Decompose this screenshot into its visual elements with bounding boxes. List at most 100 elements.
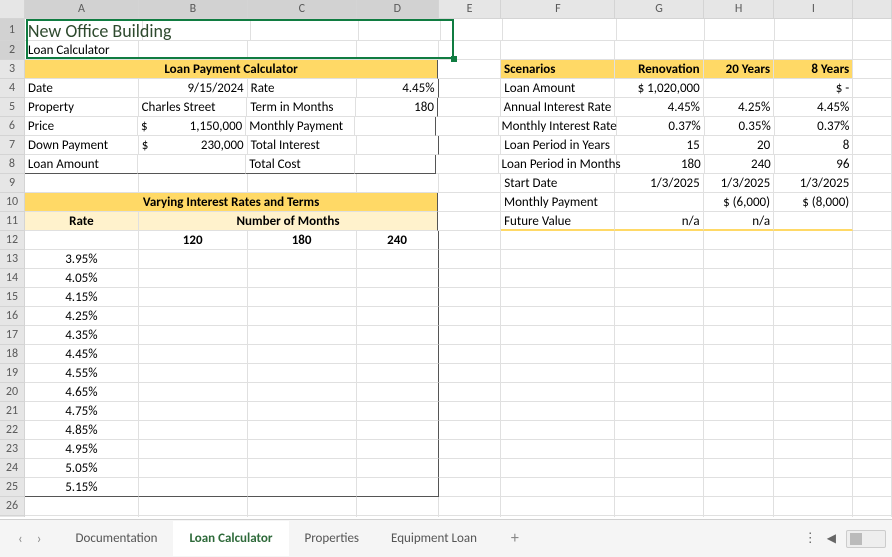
col-header-D[interactable]: D: [357, 0, 439, 19]
rate-cell[interactable]: 4.35%: [25, 326, 139, 345]
price-label[interactable]: Price: [25, 117, 138, 136]
row-header-20[interactable]: 20: [0, 383, 25, 402]
scenario-col-2[interactable]: 20 Years: [704, 60, 775, 79]
col-header-F[interactable]: F: [501, 0, 615, 19]
scenario-row-label[interactable]: Loan Period in Years: [501, 136, 615, 155]
rate-cell[interactable]: 4.85%: [25, 421, 139, 440]
scenario-cell[interactable]: [704, 79, 774, 98]
row-header-3[interactable]: 3: [0, 60, 25, 79]
term-value[interactable]: 180: [356, 98, 438, 117]
table-cell[interactable]: [357, 326, 439, 345]
select-all-corner[interactable]: [0, 0, 25, 19]
add-sheet-button[interactable]: +: [493, 529, 537, 548]
row-header-11[interactable]: 11: [0, 212, 25, 231]
table-cell[interactable]: [139, 383, 248, 402]
scenario-cell[interactable]: $ -: [774, 79, 853, 98]
scenario-cell[interactable]: 4.25%: [704, 98, 774, 117]
table-cell[interactable]: [139, 440, 248, 459]
month-col-2[interactable]: 180: [248, 231, 357, 250]
rate-value[interactable]: 4.45%: [357, 79, 439, 98]
total-interest-label[interactable]: Total Interest: [248, 136, 357, 155]
rate-cell[interactable]: 5.15%: [25, 478, 139, 497]
term-label[interactable]: Term in Months: [247, 98, 356, 117]
table-cell[interactable]: [357, 250, 439, 269]
scenario-cell[interactable]: 240: [705, 155, 775, 174]
table-cell[interactable]: [248, 326, 357, 345]
table-cell[interactable]: [248, 383, 357, 402]
horizontal-scrollbar[interactable]: [846, 530, 886, 548]
row-header-4[interactable]: 4: [0, 79, 25, 98]
table-cell[interactable]: [139, 307, 248, 326]
scenario-row-label[interactable]: Annual Interest Rate: [501, 98, 616, 117]
scenario-cell[interactable]: 4.45%: [774, 98, 853, 117]
table-cell[interactable]: [248, 345, 357, 364]
rate-cell[interactable]: 4.15%: [25, 288, 139, 307]
col-header-C[interactable]: C: [248, 0, 357, 19]
table-cell[interactable]: [248, 440, 357, 459]
row-header-14[interactable]: 14: [0, 269, 25, 288]
scenario-cell[interactable]: [615, 193, 704, 212]
rate-label[interactable]: Rate: [248, 79, 357, 98]
scenario-row-label[interactable]: Loan Period in Months: [499, 155, 617, 174]
col-header-J[interactable]: [853, 0, 892, 19]
row-header-10[interactable]: 10: [0, 193, 25, 212]
scenario-cell[interactable]: n/a: [704, 212, 774, 231]
rate-cell[interactable]: 4.45%: [25, 345, 139, 364]
table-cell[interactable]: [139, 478, 248, 497]
row-header-23[interactable]: 23: [0, 440, 25, 459]
tab-loan-calculator[interactable]: Loan Calculator: [173, 521, 288, 556]
col-header-B[interactable]: B: [139, 0, 248, 19]
scenario-cell[interactable]: 0.37%: [617, 117, 705, 136]
property-label[interactable]: Property: [25, 98, 139, 117]
subtitle[interactable]: Loan Calculator: [25, 41, 139, 60]
table-cell[interactable]: [139, 459, 248, 478]
scroll-left-icon[interactable]: ◀: [827, 531, 836, 546]
table-cell[interactable]: [248, 478, 357, 497]
row-header-24[interactable]: 24: [0, 459, 25, 478]
scenario-cell[interactable]: n/a: [615, 212, 704, 231]
table-cell[interactable]: [357, 402, 439, 421]
scenario-row-label[interactable]: Future Value: [501, 212, 615, 231]
rate-column-header[interactable]: Rate: [25, 212, 139, 231]
rate-cell[interactable]: 4.75%: [25, 402, 139, 421]
row-header-18[interactable]: 18: [0, 345, 25, 364]
table-cell[interactable]: [357, 307, 439, 326]
table-cell[interactable]: [357, 383, 439, 402]
down-payment-value[interactable]: $230,000: [139, 136, 248, 155]
row-header-13[interactable]: 13: [0, 250, 25, 269]
scenarios-header[interactable]: Scenarios: [501, 60, 615, 79]
row-header-17[interactable]: 17: [0, 326, 25, 345]
scenario-row-label[interactable]: Loan Amount: [501, 79, 615, 98]
spreadsheet-grid[interactable]: A B C D E F G H I 1 New Office Building …: [0, 0, 892, 517]
scenario-cell[interactable]: 15: [615, 136, 704, 155]
table-cell[interactable]: [357, 421, 439, 440]
tab-properties[interactable]: Properties: [289, 523, 376, 554]
rate-cell[interactable]: 4.55%: [25, 364, 139, 383]
loan-calc-header[interactable]: Loan Payment Calculator: [25, 60, 438, 79]
col-header-I[interactable]: I: [774, 0, 853, 19]
row-header-21[interactable]: 21: [0, 402, 25, 421]
row-header-19[interactable]: 19: [0, 364, 25, 383]
scenario-col-3[interactable]: 8 Years: [774, 60, 853, 79]
row-header-26[interactable]: 26: [0, 497, 25, 516]
scenario-row-label[interactable]: Monthly Interest Rate: [499, 117, 617, 136]
tabs-menu-icon[interactable]: ⋮: [804, 531, 817, 546]
scenario-cell[interactable]: 8: [774, 136, 853, 155]
table-cell[interactable]: [248, 307, 357, 326]
row-header-22[interactable]: 22: [0, 421, 25, 440]
scenario-cell[interactable]: 180: [617, 155, 705, 174]
row-header-7[interactable]: 7: [0, 136, 25, 155]
total-cost-label[interactable]: Total Cost: [246, 155, 354, 174]
down-payment-label[interactable]: Down Payment: [25, 136, 139, 155]
page-title[interactable]: New Office Building: [25, 19, 143, 41]
rate-cell[interactable]: 4.05%: [25, 269, 139, 288]
rate-cell[interactable]: 5.05%: [25, 459, 139, 478]
rate-cell[interactable]: 4.95%: [25, 440, 139, 459]
scenario-cell[interactable]: $ (8,000): [774, 193, 853, 212]
col-header-E[interactable]: E: [439, 0, 502, 19]
row-header-9[interactable]: 9: [0, 174, 25, 193]
scenario-cell[interactable]: 20: [704, 136, 774, 155]
row-header-25[interactable]: 25: [0, 478, 25, 497]
scenario-cell[interactable]: 1/3/2025: [615, 174, 704, 193]
table-cell[interactable]: [357, 478, 439, 497]
